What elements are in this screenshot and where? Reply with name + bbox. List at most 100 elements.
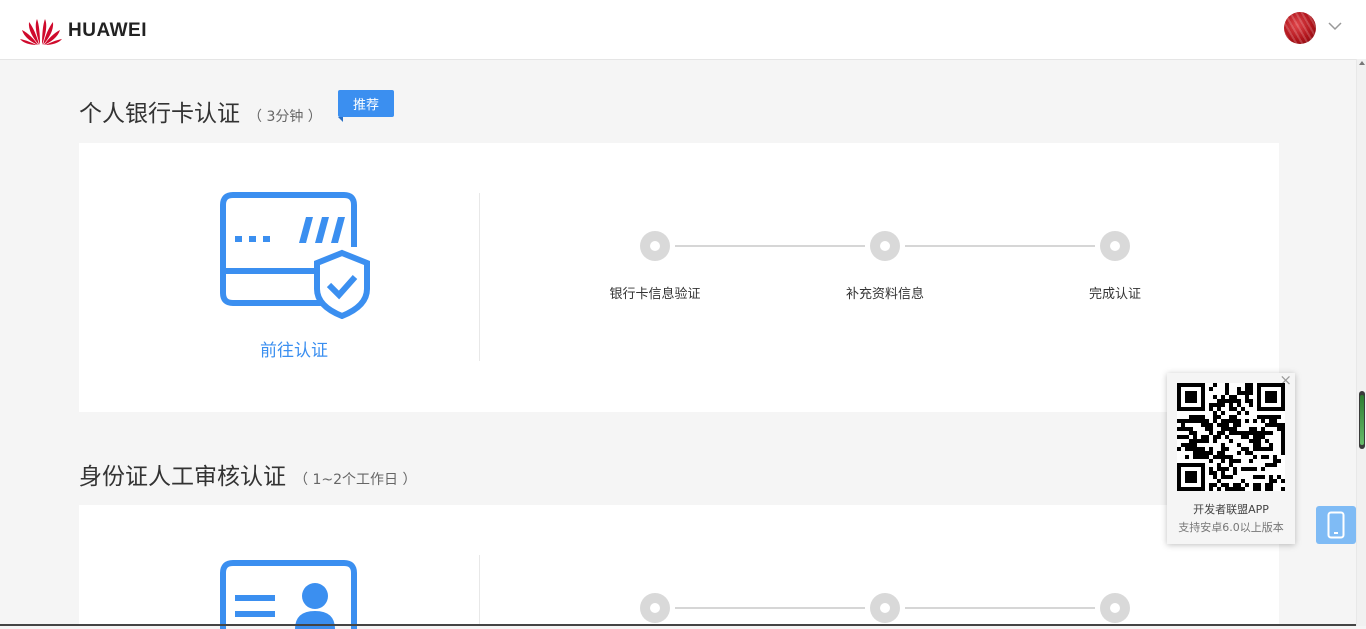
qr-module [1193, 455, 1197, 459]
qr-module [1233, 407, 1237, 411]
qr-module [1269, 407, 1273, 411]
qr-module [1273, 407, 1277, 411]
qr-module [1253, 419, 1257, 423]
qr-module [1189, 443, 1193, 447]
app-qr-popup: × 开发者联盟APP 支持安卓6.0以上版本 [1167, 371, 1295, 544]
qr-module [1185, 395, 1189, 399]
qr-module [1225, 483, 1229, 487]
scrollbar-thumb[interactable] [1359, 391, 1365, 449]
qr-module [1181, 423, 1185, 427]
qr-module [1201, 423, 1205, 427]
qr-module [1217, 431, 1221, 435]
top-navigation-bar: HUAWEI [0, 0, 1366, 60]
qr-module [1261, 475, 1265, 479]
qr-module [1201, 487, 1205, 491]
qr-module [1201, 403, 1205, 407]
qr-module [1201, 475, 1205, 479]
chevron-down-icon[interactable] [1328, 22, 1342, 31]
qr-module [1225, 475, 1229, 479]
qr-module [1189, 395, 1193, 399]
qr-module [1209, 467, 1213, 471]
qr-module [1193, 383, 1197, 387]
qr-module [1233, 487, 1237, 491]
qr-module [1177, 447, 1181, 451]
qr-module [1261, 407, 1265, 411]
qr-module [1193, 435, 1197, 439]
qr-module [1261, 383, 1265, 387]
card-divider [479, 555, 480, 626]
qr-module [1217, 423, 1221, 427]
mobile-app-button[interactable] [1316, 506, 1356, 544]
huawei-logo[interactable]: HUAWEI [20, 16, 147, 46]
qr-module [1257, 383, 1261, 387]
qr-module [1181, 383, 1185, 387]
qr-module [1201, 407, 1205, 411]
qr-module [1177, 467, 1181, 471]
go-verify-link[interactable]: 前往认证 [231, 336, 357, 361]
qr-module [1273, 399, 1277, 403]
qr-module [1253, 431, 1257, 435]
qr-module [1193, 391, 1197, 395]
qr-module [1201, 463, 1205, 467]
qr-module [1217, 455, 1221, 459]
qr-module [1261, 435, 1265, 439]
qr-module [1281, 447, 1285, 451]
qr-module [1257, 403, 1261, 407]
qr-module [1269, 399, 1273, 403]
qr-module [1185, 475, 1189, 479]
qr-module [1201, 467, 1205, 471]
qr-module [1197, 487, 1201, 491]
qr-module [1181, 407, 1185, 411]
qr-module [1273, 391, 1277, 395]
qr-module [1221, 419, 1225, 423]
qr-module [1245, 435, 1249, 439]
qr-module [1225, 435, 1229, 439]
qr-module [1229, 459, 1233, 463]
qr-module [1185, 435, 1189, 439]
qr-module [1237, 387, 1241, 391]
qr-module [1197, 407, 1201, 411]
qr-module [1189, 463, 1193, 467]
qr-module [1257, 391, 1261, 395]
qr-module [1221, 451, 1225, 455]
qr-module [1265, 415, 1269, 419]
qr-module [1233, 483, 1237, 487]
page-scrollbar[interactable] [1356, 59, 1366, 626]
qr-module [1281, 407, 1285, 411]
huawei-flower-icon [20, 19, 62, 45]
qr-module [1245, 411, 1249, 415]
qr-module [1189, 415, 1193, 419]
qr-module [1233, 471, 1237, 475]
qr-module [1205, 427, 1209, 431]
qr-module [1193, 447, 1197, 451]
qr-module [1189, 471, 1193, 475]
qr-module [1177, 387, 1181, 391]
step-label: 完成认证 [1088, 287, 1141, 302]
qr-module [1277, 415, 1281, 419]
qr-module [1185, 471, 1189, 475]
qr-module [1221, 423, 1225, 427]
qr-module [1249, 439, 1253, 443]
scroll-up-arrow-icon[interactable] [1359, 61, 1365, 65]
qr-module [1281, 423, 1285, 427]
qr-module [1253, 443, 1257, 447]
qr-module [1257, 399, 1261, 403]
qr-module [1185, 487, 1189, 491]
qr-module [1253, 467, 1257, 471]
qr-module [1177, 487, 1181, 491]
qr-module [1177, 471, 1181, 475]
qr-module [1217, 463, 1221, 467]
qr-app-subtitle: 支持安卓6.0以上版本 [1178, 521, 1284, 534]
qr-module [1205, 419, 1209, 423]
section-title-bank-card: 个人银行卡认证 （ 3分钟 ） [79, 94, 322, 128]
user-avatar[interactable] [1284, 12, 1316, 44]
qr-module [1245, 447, 1249, 451]
qr-module [1213, 411, 1217, 415]
qr-module [1249, 399, 1253, 403]
qr-module [1273, 415, 1277, 419]
qr-module [1257, 395, 1261, 399]
qr-module [1185, 407, 1189, 411]
qr-app-title: 开发者联盟APP [1193, 503, 1269, 516]
qr-module [1217, 407, 1221, 411]
qr-module [1245, 383, 1249, 387]
